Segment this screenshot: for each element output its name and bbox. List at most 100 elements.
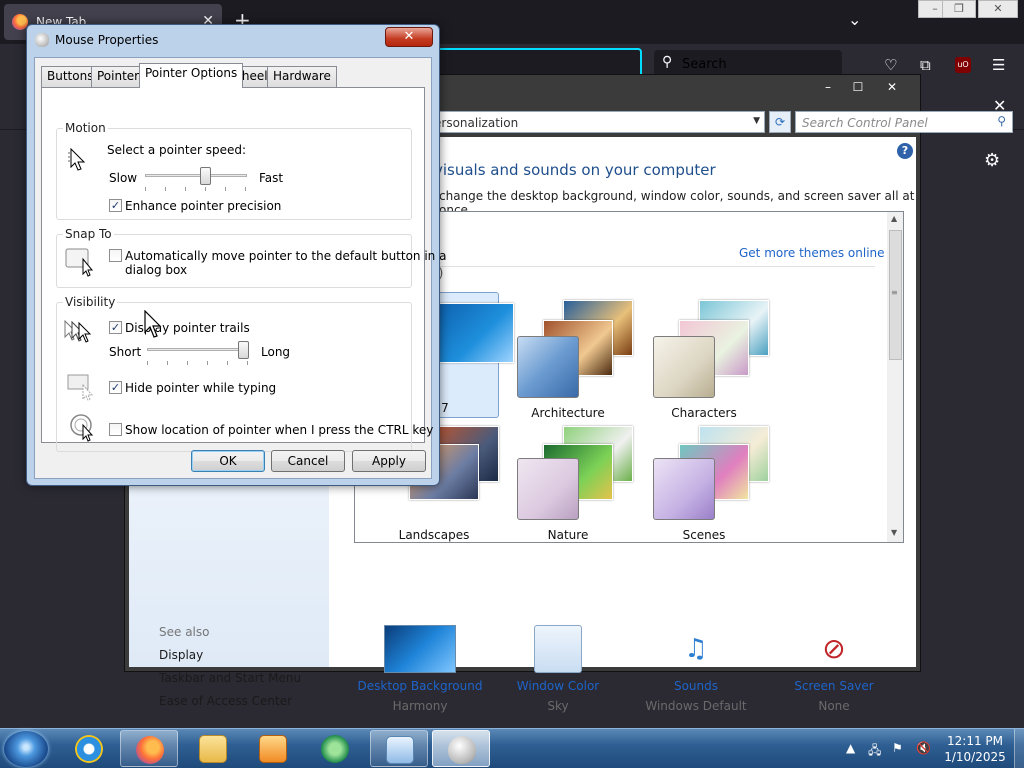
search-icon: ⚲	[997, 114, 1006, 128]
snap-to-legend: Snap To	[63, 227, 114, 241]
control-panel-icon	[386, 736, 414, 764]
divider	[435, 266, 875, 267]
address-text: ersonalization	[434, 116, 519, 130]
page-title: visuals and sounds on your computer	[434, 161, 716, 179]
address-bar[interactable]: ersonalization ▼	[425, 111, 765, 133]
taskbar-internet-explorer[interactable]	[60, 730, 118, 767]
search-icon: ⚲	[662, 54, 673, 70]
pocket-icon[interactable]: ♡	[884, 56, 897, 74]
ublock-icon[interactable]: uO	[955, 57, 971, 73]
sounds-item[interactable]: ♫ Sounds Windows Default	[621, 625, 771, 713]
ok-button[interactable]: OK	[191, 450, 265, 472]
mouse-icon	[448, 736, 476, 764]
slider-thumb[interactable]	[238, 341, 249, 359]
hide-pointer-label: Hide pointer while typing	[125, 381, 277, 395]
link-taskbar[interactable]: Taskbar and Start Menu	[159, 671, 301, 685]
volume-muted-icon[interactable]: 🔇	[916, 741, 931, 755]
refresh-icon[interactable]: ⟳	[769, 111, 791, 133]
taskbar-mouse-properties[interactable]	[432, 730, 490, 767]
snap-to-label-line2: dialog box	[125, 263, 188, 277]
sounds-icon: ♫	[684, 634, 708, 664]
theme-label: Landscapes	[398, 528, 470, 542]
taskbar-media-player[interactable]	[244, 730, 302, 767]
chevron-down-icon[interactable]: ⌄	[848, 10, 861, 29]
link-display[interactable]: Display	[159, 648, 203, 662]
get-more-themes-link[interactable]: Get more themes online	[739, 246, 885, 260]
theme-label: Nature	[547, 528, 589, 542]
taskbar-media-center[interactable]	[306, 730, 364, 767]
close-icon[interactable]: ✕	[877, 79, 907, 95]
theme-scenes[interactable]: Scenes	[639, 418, 769, 542]
see-also-heading: See also	[159, 625, 210, 639]
restore-button[interactable]: ❐	[942, 0, 976, 18]
maximize-icon[interactable]: ☐	[843, 79, 873, 95]
enhance-precision-checkbox[interactable]: ✓	[109, 199, 122, 212]
theme-characters[interactable]: Characters	[639, 296, 769, 422]
cancel-button[interactable]: Cancel	[271, 450, 345, 472]
menu-icon[interactable]: ☰	[992, 56, 1005, 74]
snap-to-icon	[65, 248, 94, 277]
desktop-background-icon	[384, 625, 456, 673]
show-hidden-icons[interactable]: ▲	[846, 741, 855, 755]
network-icon[interactable]: 🖧	[868, 741, 881, 762]
show-desktop-button[interactable]	[1014, 729, 1024, 768]
clock[interactable]: 12:11 PM 1/10/2025	[940, 733, 1010, 765]
hide-pointer-icon	[67, 374, 94, 401]
start-button[interactable]	[4, 731, 48, 767]
search-control-panel-input[interactable]: Search Control Panel ⚲	[795, 111, 1013, 133]
window-color-icon	[534, 625, 582, 673]
taskbar-explorer[interactable]	[184, 730, 242, 767]
pointer-speed-icon	[68, 147, 86, 171]
mouse-cursor-icon	[144, 310, 162, 338]
hide-pointer-checkbox[interactable]: ✓	[109, 381, 122, 394]
gear-icon[interactable]: ⚙	[984, 150, 1000, 171]
scroll-down-icon[interactable]: ▼	[891, 528, 897, 537]
item-value: None	[818, 699, 850, 713]
tab-hardware[interactable]: Hardware	[267, 66, 337, 87]
media-center-icon	[321, 735, 349, 763]
screen-saver-item[interactable]: ⊘ Screen Saver None	[759, 625, 909, 713]
enhance-precision-label: Enhance pointer precision	[125, 199, 282, 213]
item-value: Harmony	[392, 699, 448, 713]
fast-label: Fast	[259, 171, 284, 185]
short-label: Short	[109, 345, 142, 359]
theme-thumbnail	[653, 422, 769, 520]
window-color-item[interactable]: Window Color Sky	[483, 625, 633, 713]
close-button[interactable]: ✕	[385, 27, 433, 47]
show-location-checkbox[interactable]	[109, 423, 122, 436]
link-ease-of-access[interactable]: Ease of Access Center	[159, 694, 292, 708]
slow-label: Slow	[109, 171, 138, 185]
pointer-speed-slider[interactable]	[145, 167, 247, 191]
help-icon[interactable]: ?	[897, 143, 913, 159]
pointer-trails-icon	[64, 319, 92, 343]
action-center-icon[interactable]: ⚑	[892, 741, 903, 755]
dropdown-icon[interactable]: ▼	[753, 116, 760, 126]
scroll-grip-icon: ≡	[891, 288, 898, 297]
pointer-trails-checkbox[interactable]: ✓	[109, 321, 122, 334]
dialog-body: Buttons Pointers Pointer Options Wheel H…	[34, 57, 446, 479]
minimize-icon[interactable]: –	[813, 79, 843, 95]
apply-button[interactable]: Apply	[352, 450, 426, 472]
taskbar-firefox[interactable]	[120, 730, 178, 767]
dialog-title: Mouse Properties	[55, 33, 159, 47]
item-label: Window Color	[516, 679, 600, 693]
tab-pointer-options[interactable]: Pointer Options	[139, 63, 244, 88]
pointer-trails-slider[interactable]	[147, 341, 249, 365]
theme-thumbnail	[517, 422, 633, 520]
theme-list-scrollbar[interactable]: ▲ ≡ ▼	[887, 212, 903, 542]
visibility-group: Visibility ✓ Display pointer trails Shor…	[56, 295, 433, 452]
snap-to-checkbox[interactable]	[109, 249, 122, 262]
close-window-button[interactable]: ✕	[978, 0, 1018, 18]
show-location-label: Show location of pointer when I press th…	[125, 423, 434, 437]
pointer-location-icon	[70, 414, 94, 442]
snap-to-group: Snap To Automatically move pointer to th…	[56, 227, 446, 288]
theme-nature[interactable]: Nature	[503, 418, 633, 542]
extensions-icon[interactable]: ⧉	[920, 56, 931, 74]
theme-architecture[interactable]: Architecture	[503, 296, 633, 422]
scroll-up-icon[interactable]: ▲	[891, 214, 897, 223]
desktop-background-item[interactable]: Desktop Background Harmony	[345, 625, 495, 713]
slider-thumb[interactable]	[200, 167, 211, 185]
motion-legend: Motion	[63, 121, 108, 135]
taskbar-control-panel[interactable]	[370, 730, 428, 767]
item-label: Screen Saver	[794, 679, 874, 693]
